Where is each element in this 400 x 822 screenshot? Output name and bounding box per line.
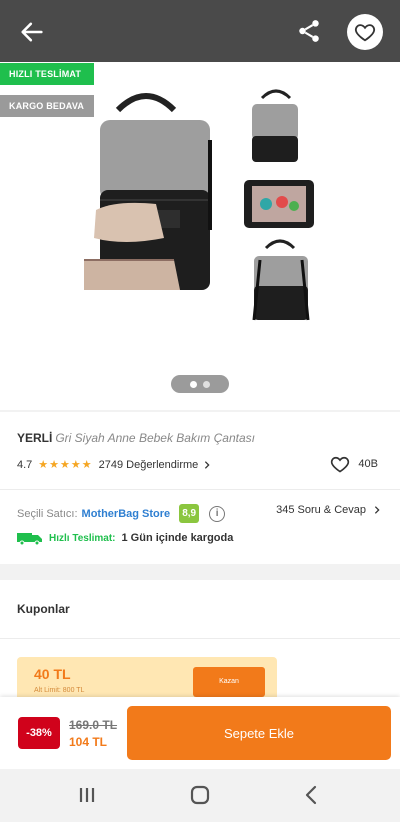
divider bbox=[0, 489, 400, 490]
divider bbox=[0, 638, 400, 639]
seller-row: Seçili Satıcı: MotherBag Store 8,9 i bbox=[17, 504, 226, 523]
coupons-heading: Kuponlar bbox=[17, 602, 70, 616]
gallery-dot-active bbox=[190, 380, 197, 388]
seller-score-badge: 8,9 bbox=[179, 504, 200, 523]
fast-delivery-label: Hızlı Teslimat: bbox=[49, 532, 116, 544]
top-bar bbox=[0, 0, 400, 62]
home-icon[interactable] bbox=[186, 781, 214, 809]
favorite-button[interactable] bbox=[347, 14, 383, 50]
questions-label: 345 Soru & Cevap bbox=[276, 504, 366, 516]
shipping-time: 1 Gün içinde kargoda bbox=[121, 532, 234, 544]
heart-icon bbox=[354, 24, 376, 42]
recent-apps-icon[interactable] bbox=[73, 781, 101, 809]
chevron-right-icon bbox=[374, 506, 380, 514]
shipping-row: Hızlı Teslimat: 1 Gün içinde kargoda bbox=[17, 531, 233, 545]
like-counter[interactable]: 40B bbox=[330, 454, 378, 474]
product-detail-screen: HIZLI TESLİMAT KARGO BEDAVA YERLİ Gri Si… bbox=[0, 0, 400, 822]
product-name: Gri Siyah Anne Bebek Bakım Çantası bbox=[55, 431, 255, 445]
current-price: 104 TL bbox=[69, 735, 108, 749]
rating-stars: ★★★★★ bbox=[38, 459, 93, 471]
review-count: 2749 Değerlendirme bbox=[98, 458, 199, 471]
questions-answers-link[interactable]: 345 Soru & Cevap bbox=[276, 504, 382, 516]
truck-icon bbox=[17, 533, 42, 545]
seller-name-link[interactable]: MotherBag Store bbox=[82, 508, 171, 520]
product-title: YERLİ Gri Siyah Anne Bebek Bakım Çantası bbox=[17, 431, 255, 445]
info-icon[interactable]: i bbox=[209, 505, 226, 522]
claim-coupon-button[interactable]: Kazan bbox=[193, 667, 265, 697]
product-info: YERLİ Gri Siyah Anne Bebek Bakım Çantası … bbox=[0, 412, 400, 564]
coupon-amount: 40 TL bbox=[34, 666, 71, 682]
product-brand[interactable]: YERLİ bbox=[17, 431, 52, 445]
add-to-cart-button[interactable]: Sepete Ekle bbox=[127, 706, 391, 760]
rating-value: 4.7 bbox=[17, 458, 33, 471]
rating-row[interactable]: 4.7 ★★★★★ 2749 Değerlendirme bbox=[17, 458, 212, 471]
heart-outline-icon bbox=[331, 456, 350, 473]
gallery-indicator bbox=[171, 375, 229, 393]
share-icon[interactable] bbox=[296, 18, 322, 44]
seller-label: Seçili Satıcı: bbox=[17, 507, 78, 520]
gallery-dot bbox=[203, 380, 210, 388]
purchase-bar: -38% 169.0 TL 104 TL Sepete Ekle bbox=[0, 697, 400, 769]
discount-badge: -38% bbox=[18, 717, 60, 749]
coupon-limit: Alt Limit: 800 TL bbox=[34, 687, 85, 694]
like-count: 40B bbox=[358, 458, 378, 470]
product-gallery[interactable]: HIZLI TESLİMAT KARGO BEDAVA bbox=[0, 0, 400, 410]
product-image[interactable] bbox=[80, 80, 320, 330]
back-icon[interactable] bbox=[298, 781, 326, 809]
system-nav-bar bbox=[0, 769, 400, 822]
back-arrow-icon[interactable] bbox=[18, 18, 46, 46]
old-price: 169.0 TL bbox=[69, 718, 118, 732]
chevron-right-icon bbox=[205, 460, 210, 469]
